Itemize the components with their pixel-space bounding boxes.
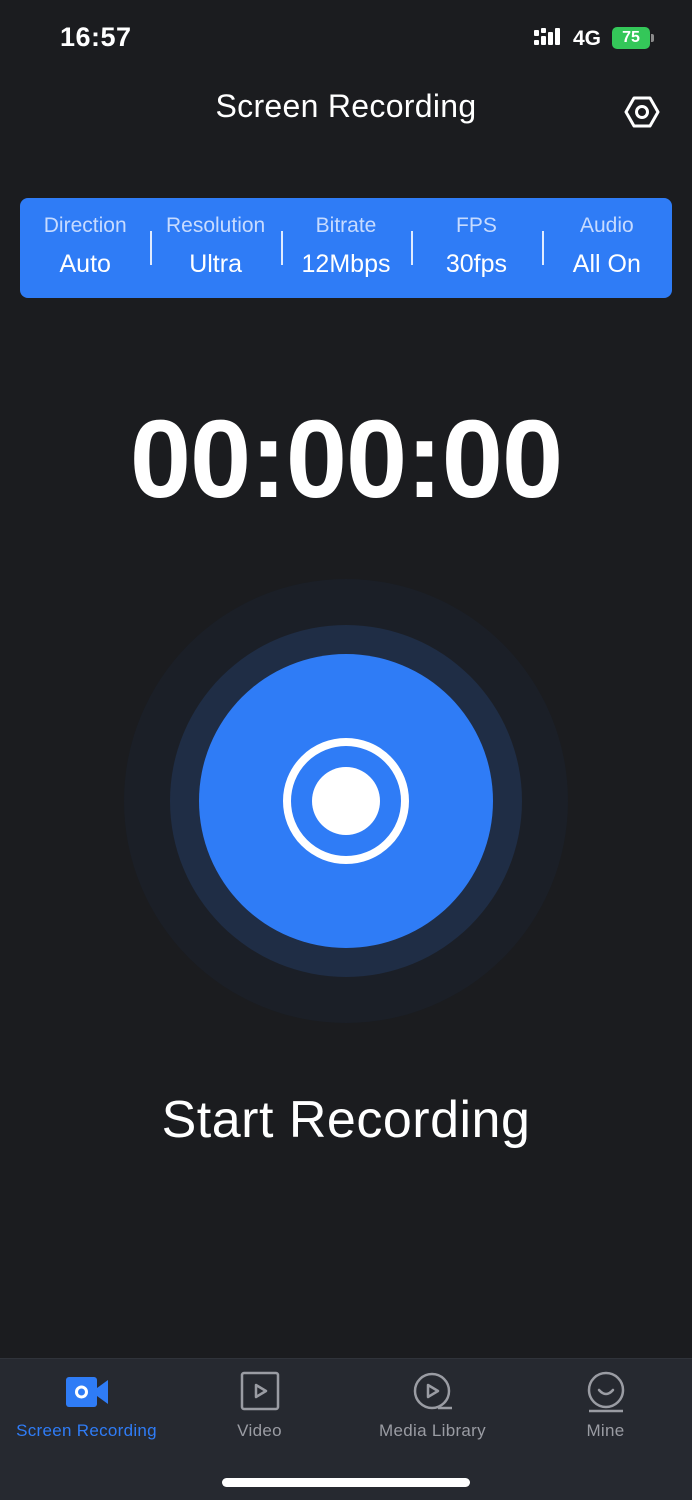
record-icon [283,738,409,864]
start-recording-label: Start Recording [161,1091,531,1149]
signal-icon [534,28,560,45]
smile-icon [587,1371,625,1413]
battery-icon: 75 [612,27,654,49]
setting-label: Resolution [165,214,266,237]
settings-button[interactable] [622,92,662,132]
setting-label: FPS [456,214,497,237]
tab-label: Media Library [379,1421,486,1440]
tab-label: Mine [586,1421,625,1440]
setting-audio[interactable]: Audio All On [541,198,672,298]
setting-value: Ultra [189,250,242,278]
status-bar: 16:57 4G 75 [0,0,692,76]
recording-settings-bar: Direction Auto Resolution Ultra Bitrate … [20,198,672,298]
setting-label: Direction [43,214,127,237]
setting-label: Audio [579,214,634,237]
setting-value: Auto [59,250,111,278]
home-indicator [222,1478,470,1487]
setting-label: Bitrate [315,214,377,237]
tab-label: Screen Recording [16,1421,157,1440]
gear-icon [624,96,660,128]
setting-direction[interactable]: Direction Auto [20,198,150,298]
recording-timer: 00:00:00 [129,398,563,521]
setting-bitrate[interactable]: Bitrate 12Mbps [280,198,411,298]
battery-level: 75 [612,27,650,49]
tab-label: Video [237,1421,282,1440]
setting-resolution[interactable]: Resolution Ultra [150,198,280,298]
tab-video[interactable]: Video [173,1359,346,1449]
play-square-icon [240,1371,280,1411]
page-title: Screen Recording [215,88,477,124]
network-type: 4G [573,27,602,50]
video-camera-icon [66,1377,108,1407]
tab-mine[interactable]: Mine [519,1359,692,1449]
setting-value: 30fps [445,250,507,278]
setting-value: 12Mbps [301,250,391,278]
setting-value: All On [572,250,641,278]
tab-screen-recording[interactable]: Screen Recording [0,1359,173,1449]
status-time: 16:57 [60,22,132,52]
setting-fps[interactable]: FPS 30fps [411,198,541,298]
play-circle-icon [413,1372,452,1410]
tab-media-library[interactable]: Media Library [346,1359,519,1449]
start-recording-button[interactable] [199,654,493,948]
